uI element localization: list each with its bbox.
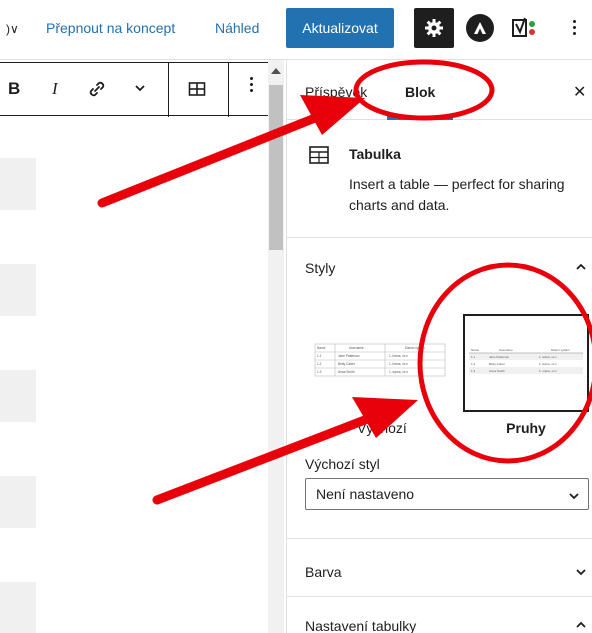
preview-cell: 1.3: [317, 370, 322, 374]
preview-cell: 1.2: [317, 362, 322, 366]
preview-cell: Jane Patterson: [489, 355, 510, 359]
scroll-up-arrow-icon[interactable]: [271, 68, 281, 74]
panel-divider: [287, 596, 592, 597]
preview-cell: 1. ledna, xx:x: [539, 362, 557, 366]
editor-window: )∨ Přepnout na koncept Náhled Aktualizov…: [0, 0, 592, 633]
preview-cell: 1.1: [471, 355, 476, 359]
preview-cell: 1.1: [317, 354, 322, 358]
table-cell[interactable]: [0, 158, 36, 210]
preview-header-cell: Username: [349, 346, 364, 350]
preview-header-cell: Datum vydání: [551, 348, 570, 352]
editor-canvas: B I: [0, 60, 286, 633]
panel-table-settings-heading[interactable]: Nastavení tabulky: [305, 618, 416, 633]
close-icon[interactable]: ✕: [573, 82, 586, 102]
preview-cell: 1. srpna, xx:x: [389, 370, 408, 374]
link-icon[interactable]: [86, 78, 108, 105]
panel-divider: [287, 538, 592, 539]
settings-button[interactable]: [414, 8, 454, 48]
preview-cell: 1. srpna, xx:x: [539, 369, 557, 373]
stripes-table-preview: Name Username Datum vydání 1.1 Jane Patt…: [469, 346, 583, 374]
toolbar-divider: [168, 63, 169, 117]
sidebar-tabs: Příspěvek Blok ✕: [287, 60, 592, 120]
panel-color-heading[interactable]: Barva: [305, 564, 342, 580]
chevron-down-icon: [568, 489, 580, 505]
update-button[interactable]: Aktualizovat: [286, 8, 394, 48]
block-description: Insert a table — perfect for sharing cha…: [349, 176, 565, 213]
preview-cell: 1. ledna, xx:x: [389, 354, 408, 358]
tab-block[interactable]: Blok: [405, 84, 435, 100]
preview-header-cell: Name: [471, 348, 479, 352]
chevron-down-icon[interactable]: [133, 81, 147, 100]
default-style-select[interactable]: Není nastaveno: [305, 478, 589, 510]
style-label-stripes[interactable]: Pruhy: [463, 420, 589, 436]
italic-icon[interactable]: I: [52, 79, 58, 99]
chevron-down-icon[interactable]: )∨: [6, 22, 19, 36]
preview-cell: 1.2: [471, 362, 476, 366]
preview-header-cell: Name: [317, 346, 326, 350]
settings-sidebar: Příspěvek Blok ✕ Tabulka Insert a table …: [286, 60, 592, 633]
yoast-icon[interactable]: [510, 12, 542, 44]
table-edit-icon[interactable]: [188, 81, 206, 102]
default-table-preview: Name Username Datum vydání 1.1 Jane Patt…: [314, 343, 446, 377]
preview-cell: Anna Smith: [489, 369, 505, 373]
astra-icon[interactable]: [466, 14, 494, 42]
default-style-value: Není nastaveno: [316, 486, 415, 502]
preview-header-cell: Datum vydání: [405, 346, 425, 350]
preview-cell: 1.3: [471, 369, 476, 373]
options-more-icon[interactable]: [568, 12, 580, 42]
table-icon: [309, 146, 329, 169]
table-cell[interactable]: [0, 582, 36, 633]
block-title: Tabulka: [349, 146, 401, 162]
bold-icon[interactable]: B: [8, 79, 20, 99]
preview-header-cell: Username: [499, 348, 513, 352]
chevron-up-icon[interactable]: [575, 618, 587, 633]
block-toolbar: B I: [0, 62, 270, 117]
toolbar-divider: [228, 63, 229, 117]
block-options-icon[interactable]: [250, 77, 253, 92]
table-cell[interactable]: [0, 476, 36, 528]
preview-cell: Jane Patterson: [338, 354, 360, 358]
preview-cell: 1. ledna, xx:x: [539, 355, 557, 359]
style-label-default[interactable]: Výchozí: [357, 420, 447, 436]
block-card: Tabulka Insert a table — perfect for sha…: [287, 120, 592, 238]
switch-to-draft-link[interactable]: Přepnout na koncept: [46, 20, 175, 36]
preview-cell: Betty Carter: [338, 362, 356, 366]
chevron-up-icon[interactable]: [575, 260, 587, 278]
editor-top-toolbar: )∨ Přepnout na koncept Náhled Aktualizov…: [0, 0, 592, 60]
gear-icon: [425, 19, 443, 37]
preview-link[interactable]: Náhled: [215, 20, 259, 36]
styles-heading[interactable]: Styly: [305, 260, 335, 276]
style-option-default[interactable]: Name Username Datum vydání 1.1 Jane Patt…: [305, 338, 455, 402]
preview-cell: Betty Carter: [489, 362, 505, 366]
preview-cell: 1. ledna, xx:x: [389, 362, 408, 366]
scrollbar-thumb[interactable]: [269, 85, 283, 250]
table-cell[interactable]: [0, 370, 36, 422]
preview-cell: Anna Smith: [338, 370, 355, 374]
default-style-label: Výchozí styl: [305, 456, 380, 472]
chevron-down-icon[interactable]: [575, 565, 587, 583]
table-cell[interactable]: [0, 264, 36, 316]
style-option-stripes[interactable]: Name Username Datum vydání 1.1 Jane Patt…: [463, 314, 589, 412]
tab-post[interactable]: Příspěvek: [305, 84, 367, 100]
